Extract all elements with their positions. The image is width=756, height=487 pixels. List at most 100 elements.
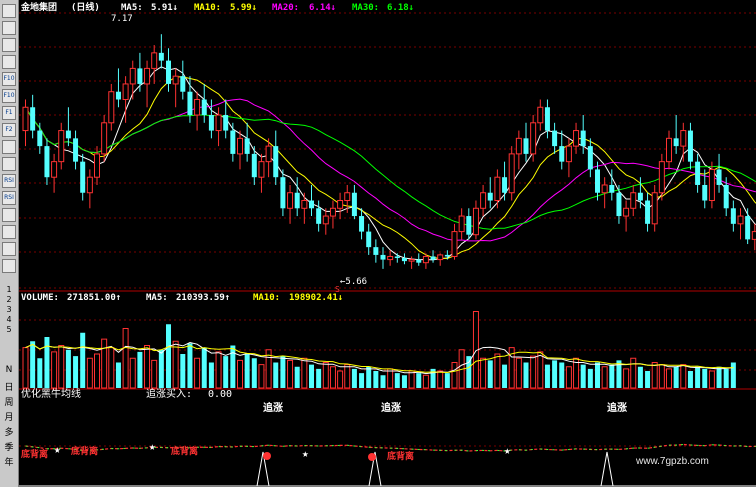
candle-body-down bbox=[223, 115, 229, 131]
candle-body-up bbox=[86, 176, 93, 194]
volume-bar-up bbox=[408, 370, 415, 389]
candle-body-down bbox=[251, 153, 257, 178]
fs-icon[interactable] bbox=[2, 259, 16, 273]
ma5-line bbox=[25, 66, 756, 261]
rsi-icon[interactable]: RSI bbox=[2, 191, 16, 205]
volume-bar-down bbox=[523, 362, 529, 388]
ma5-value: 5.91↓ bbox=[151, 3, 178, 13]
star-icon: ★ bbox=[504, 444, 511, 457]
candle-body-up bbox=[565, 145, 572, 163]
period-button[interactable]: 月 bbox=[0, 410, 18, 423]
star-icon: ★ bbox=[54, 443, 61, 456]
volume-bar-up bbox=[387, 368, 394, 389]
volume-bar-down bbox=[65, 349, 71, 388]
bar-icon[interactable] bbox=[2, 21, 16, 35]
candle-body-down bbox=[745, 216, 751, 240]
volume-bar-up bbox=[680, 364, 687, 389]
volume-bar-down bbox=[552, 360, 558, 388]
period-button[interactable]: N bbox=[0, 365, 18, 375]
volume-bar-up bbox=[94, 353, 100, 389]
volume-bar-down bbox=[380, 375, 386, 388]
candle-body-up bbox=[237, 137, 243, 155]
kline-icon[interactable] bbox=[2, 55, 16, 69]
search-icon[interactable] bbox=[2, 140, 16, 154]
volume-bar-down bbox=[544, 364, 550, 388]
candle-body-up bbox=[144, 67, 151, 85]
window-icon[interactable] bbox=[2, 157, 16, 171]
volume-bar-up bbox=[144, 345, 151, 389]
f10-icon[interactable]: F2 bbox=[2, 123, 16, 137]
volume-bar-up bbox=[101, 338, 108, 389]
f10-icon[interactable]: F1 bbox=[2, 106, 16, 120]
volume-bar-down bbox=[30, 341, 36, 388]
move-icon[interactable] bbox=[2, 208, 16, 222]
volume-bar-down bbox=[373, 371, 379, 388]
volume-bar-down bbox=[273, 362, 279, 388]
candle-body-down bbox=[366, 231, 372, 248]
chart-icon[interactable] bbox=[2, 4, 16, 18]
window-number[interactable]: 4 bbox=[0, 315, 18, 324]
volume-bar-down bbox=[687, 371, 693, 388]
candle-body-down bbox=[316, 208, 322, 224]
volume-bar-up bbox=[322, 362, 329, 389]
candle-body-up bbox=[337, 200, 344, 209]
f10-icon[interactable]: F10 bbox=[2, 72, 16, 86]
candle-body-down bbox=[180, 76, 186, 92]
candle-body-down bbox=[466, 216, 472, 235]
arrow-icon[interactable] bbox=[2, 242, 16, 256]
volume-bar-down bbox=[394, 373, 400, 388]
bottom-divergence-label: 底背离 bbox=[387, 450, 414, 462]
volume-bar-up bbox=[122, 328, 129, 389]
period-button[interactable]: 年 bbox=[0, 455, 18, 468]
candle-body-down bbox=[37, 130, 43, 147]
volume-bar-down bbox=[673, 366, 679, 388]
star-icon: ★ bbox=[302, 447, 309, 460]
candle-body-up bbox=[215, 114, 222, 132]
rsi-icon[interactable]: RSI bbox=[2, 174, 16, 188]
buy-signal-spike bbox=[600, 451, 614, 487]
signal-label-2: 追涨 bbox=[381, 401, 401, 414]
volume-bar-down bbox=[137, 351, 143, 388]
volume-bar-down bbox=[587, 368, 593, 388]
candle-body-up bbox=[658, 161, 665, 194]
volume-bar-down bbox=[280, 356, 286, 388]
window-number[interactable]: 3 bbox=[0, 305, 18, 314]
candle-body-up bbox=[515, 137, 522, 155]
f10-icon[interactable]: F10 bbox=[2, 89, 16, 103]
volume-bar-down bbox=[223, 356, 229, 388]
dot-icon bbox=[263, 452, 271, 460]
volume-bar-down bbox=[366, 366, 372, 388]
candle-body-up bbox=[322, 215, 329, 225]
period-button[interactable]: 季 bbox=[0, 440, 18, 453]
volume-ma5-value: 210393.59↑ bbox=[176, 293, 230, 303]
period-button[interactable]: 多 bbox=[0, 425, 18, 438]
candle-body-up bbox=[422, 255, 429, 264]
volume-bar-up bbox=[337, 370, 344, 389]
volume-bar-up bbox=[287, 359, 294, 389]
candle-body-up bbox=[530, 122, 537, 155]
volume-bar-up bbox=[215, 351, 222, 389]
candle-body-up bbox=[22, 106, 29, 132]
volume-bar-down bbox=[230, 345, 236, 388]
volume-bar-down bbox=[645, 371, 651, 388]
volume-bar-up bbox=[565, 366, 572, 389]
candle-body-down bbox=[80, 161, 86, 193]
volume-bar-down bbox=[487, 360, 493, 388]
period-button[interactable]: 周 bbox=[0, 395, 18, 408]
candle-body-up bbox=[623, 207, 630, 217]
period-button[interactable]: 日 bbox=[0, 380, 18, 393]
candle-body-up bbox=[122, 83, 129, 100]
line-icon[interactable] bbox=[2, 38, 16, 52]
candle-body-up bbox=[408, 259, 415, 262]
bottom-divergence-label: 底背离 bbox=[71, 445, 98, 457]
window-number[interactable]: 5 bbox=[0, 325, 18, 334]
window-number[interactable]: 2 bbox=[0, 295, 18, 304]
window-number[interactable]: 1 bbox=[0, 285, 18, 294]
volume-bar-down bbox=[444, 373, 450, 388]
arrow-icon[interactable] bbox=[2, 225, 16, 239]
ma5-label: MA5: bbox=[121, 3, 143, 13]
volume-bar-up bbox=[422, 374, 429, 389]
signal-label-1: 追涨 bbox=[263, 401, 283, 414]
candle-body-down bbox=[416, 259, 422, 263]
volume-bar-up bbox=[601, 366, 608, 389]
